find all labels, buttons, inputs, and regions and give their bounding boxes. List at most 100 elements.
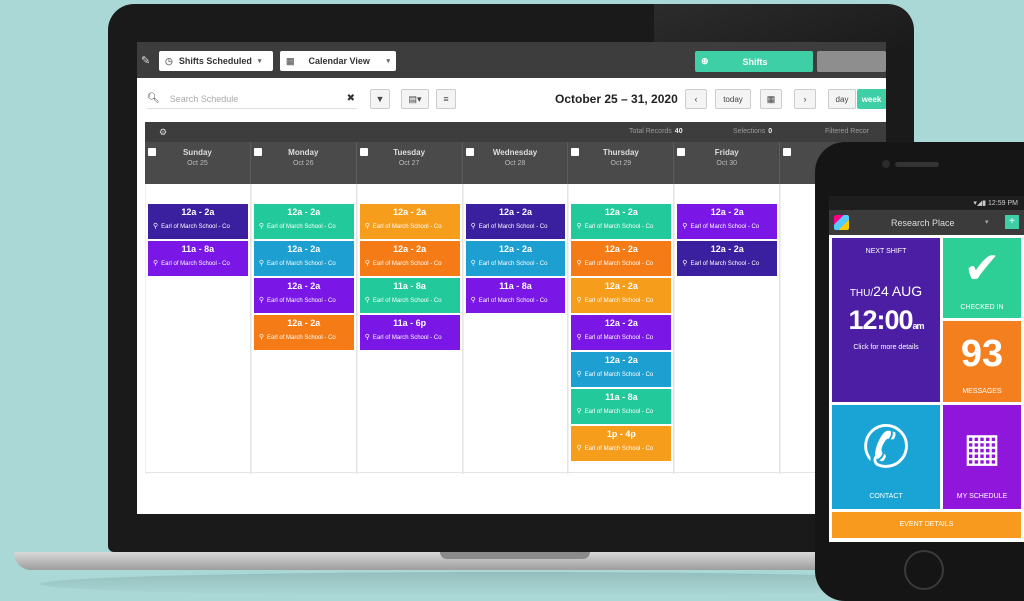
shift-card[interactable]: 12a - 2a ⚲ Earl of March School - Co [677, 241, 778, 276]
shift-time: 12a - 2a [181, 207, 215, 217]
shift-card[interactable]: 12a - 2a ⚲ Earl of March School - Co [148, 204, 248, 239]
next-shift-tile[interactable]: NEXT SHIFT THU/24 AUG 12:00am Click for … [832, 238, 940, 402]
shift-time: 12a - 2a [604, 207, 638, 217]
phone-app-bar: Research Place ▾ + [829, 210, 1024, 235]
shift-card[interactable]: 12a - 2a ⚲ Earl of March School - Co [253, 315, 354, 350]
shifts-button[interactable]: ⊕ Shifts [695, 51, 813, 72]
shift-location-text: Earl of March School - Co [584, 224, 654, 230]
map-pin-icon: ⚲ [576, 408, 582, 415]
shift-card[interactable]: 12a - 2a ⚲ Earl of March School - Co [571, 352, 672, 387]
day-column: 12a - 2a ⚲ Earl of March School - Co 12a - … [462, 184, 569, 474]
shift-time: 12a - 2a [287, 281, 321, 291]
prev-button[interactable]: ‹ [685, 89, 707, 109]
next-button[interactable]: › [794, 89, 816, 109]
shift-card[interactable]: 12a - 2a ⚲ Earl of March School - Co [677, 204, 778, 239]
day-checkbox[interactable] [465, 148, 474, 156]
week-view-button[interactable]: week [857, 89, 886, 109]
shift-time: 12a - 2a [287, 318, 321, 328]
add-button[interactable]: + [1005, 215, 1019, 229]
map-pin-icon: ⚲ [258, 297, 264, 304]
shift-time: 12a - 2a [604, 244, 638, 254]
chevron-left-icon: ‹ [694, 94, 698, 104]
secondary-button[interactable] [817, 51, 886, 72]
day-checkbox[interactable] [253, 148, 262, 156]
total-records-value: 40 [674, 128, 683, 135]
shifts-scheduled-dropdown[interactable]: ◷ Shifts Scheduled ▾ [159, 51, 273, 71]
day-view-button[interactable]: day [828, 89, 856, 109]
event-details-button[interactable]: EVENT DETAILS [832, 512, 1021, 538]
search-input[interactable]: Search Schedule [170, 94, 239, 104]
shift-card[interactable]: 12a - 2a ⚲ Earl of March School - Co [465, 204, 566, 239]
search-icon: 🔍︎ [147, 93, 160, 104]
shift-card[interactable]: 12a - 2a ⚲ Earl of March School - Co [571, 315, 672, 350]
shift-location: ⚲ Earl of March School - Co [571, 444, 671, 452]
shift-card[interactable]: 12a - 2a ⚲ Earl of March School - Co [571, 278, 672, 313]
calendar-picker-button[interactable]: ▦ [760, 89, 782, 109]
day-header: Wednesday Oct 28 [463, 142, 569, 184]
day-name: Sunday [182, 148, 212, 157]
filter-button[interactable]: ▼ [370, 89, 390, 109]
shift-location: ⚲ Earl of March School - Co [677, 222, 777, 230]
shift-card[interactable]: 12a - 2a ⚲ Earl of March School - Co [359, 241, 460, 276]
today-button[interactable]: today [715, 89, 751, 109]
shift-card[interactable]: 1p - 4p ⚲ Earl of March School - Co [571, 426, 672, 461]
day-checkbox[interactable] [783, 148, 792, 156]
plus-circle-icon: ⊕ [701, 56, 709, 66]
day-checkbox[interactable] [571, 148, 580, 156]
map-pin-icon: ⚲ [470, 297, 476, 304]
pencil-icon[interactable]: ✎ [141, 54, 150, 67]
shift-card[interactable]: 12a - 2a ⚲ Earl of March School - Co [359, 204, 460, 239]
shift-card[interactable]: 12a - 2a ⚲ Earl of March School - Co [465, 241, 566, 276]
shift-time: 12a - 2a [710, 207, 744, 217]
shift-card[interactable]: 12a - 2a ⚲ Earl of March School - Co [253, 204, 354, 239]
shift-location: ⚲ Earl of March School - Co [148, 222, 248, 230]
chevron-down-icon[interactable]: ▾ [985, 218, 989, 226]
day-checkbox[interactable] [677, 148, 686, 156]
clear-icon[interactable]: ✖ [347, 93, 355, 104]
search-box[interactable]: 🔍︎ Search Schedule ✖ [147, 89, 357, 109]
shift-card[interactable]: 12a - 2a ⚲ Earl of March School - Co [571, 241, 672, 276]
messages-tile[interactable]: 93 MESSAGES [943, 321, 1021, 402]
shift-card[interactable]: 11a - 8a ⚲ Earl of March School - Co [359, 278, 460, 313]
day-checkbox[interactable] [148, 148, 156, 156]
shift-location: ⚲ Earl of March School - Co [360, 259, 460, 267]
map-pin-icon: ⚲ [682, 260, 688, 267]
shift-card[interactable]: 12a - 2a ⚲ Earl of March School - Co [253, 241, 354, 276]
shift-location: ⚲ Earl of March School - Co [677, 259, 777, 267]
chevron-down-icon: ▾ [257, 58, 262, 65]
day-name: Friday [714, 148, 739, 157]
shift-location-text: Earl of March School - Co [267, 298, 336, 304]
shift-card[interactable]: 11a - 8a ⚲ Earl of March School - Co [148, 241, 248, 276]
shift-location: ⚲ Earl of March School - Co [254, 296, 354, 304]
list-button[interactable]: ≡ [436, 89, 456, 109]
shift-card[interactable]: 12a - 2a ⚲ Earl of March School - Co [571, 204, 672, 239]
shift-card[interactable]: 11a - 6p ⚲ Earl of March School - Co [359, 315, 460, 350]
shift-location-text: Earl of March School - Co [372, 335, 442, 341]
laptop-notch [440, 552, 590, 559]
shift-location-text: Earl of March School - Co [478, 261, 548, 267]
shift-time: 12a - 2a [393, 207, 427, 217]
shift-card[interactable]: 11a - 8a ⚲ Earl of March School - Co [465, 278, 566, 313]
shift-location: ⚲ Earl of March School - Co [254, 259, 354, 267]
shift-card[interactable]: 12a - 2a ⚲ Earl of March School - Co [253, 278, 354, 313]
day-column: 12a - 2a ⚲ Earl of March School - Co 12a - … [250, 184, 357, 474]
print-button[interactable]: ▤▾ [401, 89, 429, 109]
shift-time: 11a - 8a [499, 281, 532, 291]
map-pin-icon: ⚲ [258, 260, 264, 267]
shift-card[interactable]: 11a - 8a ⚲ Earl of March School - Co [571, 389, 672, 424]
day-checkbox[interactable] [359, 148, 368, 156]
map-pin-icon: ⚲ [576, 445, 582, 452]
shift-location-text: Earl of March School - Co [267, 224, 336, 230]
shift-location-text: Earl of March School - Co [584, 446, 654, 452]
my-schedule-tile[interactable]: ▦ MY SCHEDULE [943, 405, 1021, 509]
shift-location: ⚲ Earl of March School - Co [466, 259, 566, 267]
day-header: Sunday Oct 25 [145, 142, 251, 184]
checked-in-tile[interactable]: ✔ CHECKED IN [943, 238, 1021, 318]
shift-location-text: Earl of March School - Co [478, 298, 548, 304]
app-topbar: ✎ ◷ Shifts Scheduled ▾ ▦ Calendar View ▾… [137, 42, 886, 78]
contact-tile[interactable]: ✆ CONTACT [832, 405, 940, 509]
shift-location-text: Earl of March School - Co [267, 261, 336, 267]
map-pin-icon: ⚲ [470, 260, 476, 267]
calendar-view-dropdown[interactable]: ▦ Calendar View ▾ [280, 51, 396, 71]
gear-icon[interactable]: ⚙ [159, 127, 167, 138]
